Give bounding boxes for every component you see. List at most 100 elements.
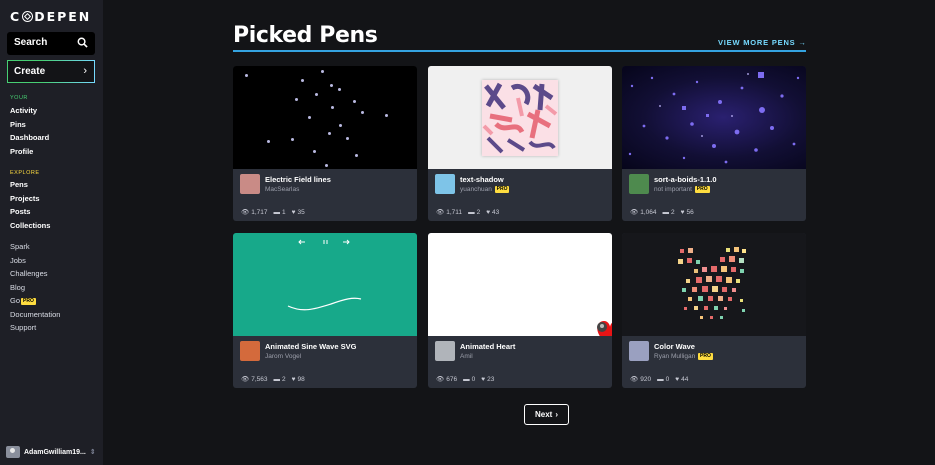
your-section-label: YOUR: [10, 95, 28, 101]
page-title: Picked Pens: [233, 23, 378, 48]
pen-author[interactable]: yuanchuan PRO: [460, 186, 510, 193]
sidebar-item-profile[interactable]: Profile: [10, 145, 49, 159]
heart-icon: ♥: [291, 208, 296, 216]
author-avatar[interactable]: [435, 341, 455, 361]
pen-preview-text-shadow[interactable]: [428, 66, 612, 169]
next-page-button[interactable]: Next ›: [524, 404, 569, 425]
views-count: 1,064: [640, 208, 657, 216]
eye-icon: 👁: [241, 376, 250, 383]
pen-stats: 👁 7,563 ▬ 2 ♥ 98: [241, 375, 305, 384]
sidebar-item-dashboard[interactable]: Dashboard: [10, 131, 49, 145]
views-count: 1,711: [446, 208, 463, 216]
pen-stats: 👁 1,711 ▬ 2 ♥ 43: [436, 208, 500, 217]
text-shadow-art: [482, 80, 558, 156]
eye-icon: 👁: [630, 376, 639, 383]
views-count: 676: [446, 375, 458, 383]
views-count: 920: [640, 375, 652, 383]
pen-card[interactable]: Electric Field lines MacSearlas 👁 1,717 ▬…: [233, 66, 417, 221]
pen-card[interactable]: sort-a-boids-1.1.0 not important PRO 👁 1,…: [622, 66, 806, 221]
comments-count: 0: [471, 375, 476, 383]
sidebar-item-documentation[interactable]: Documentation: [10, 308, 60, 322]
sidebar-item-challenges[interactable]: Challenges: [10, 267, 60, 281]
comment-icon: ▬: [273, 208, 281, 216]
updown-chevron-icon: ⇕: [89, 449, 96, 456]
pen-card[interactable]: text-shadow yuanchuan PRO 👁 1,711 ▬ 2 ♥ 43: [428, 66, 612, 221]
view-more-pens-link[interactable]: VIEW MORE PENS →: [718, 38, 807, 47]
comment-icon: ▬: [468, 208, 475, 216]
author-avatar[interactable]: [629, 174, 649, 194]
pen-preview-sort-a-boids[interactable]: [622, 66, 806, 169]
pen-stats: 👁 1,717 ▬ 1 ♥ 35: [241, 208, 305, 217]
sidebar-item-jobs[interactable]: Jobs: [10, 254, 60, 268]
chevron-right-icon: ›: [83, 65, 87, 77]
pen-title[interactable]: text-shadow: [460, 175, 504, 184]
username: AdamGwilliam19...: [24, 448, 86, 456]
likes-count: 35: [297, 208, 305, 216]
sidebar-item-collections[interactable]: Collections: [10, 219, 50, 233]
sidebar-item-projects[interactable]: Projects: [10, 192, 50, 206]
pen-card[interactable]: Animated Sine Wave SVG Jarom Vogel 👁 7,56…: [233, 233, 417, 388]
comment-icon: ▬: [273, 375, 281, 383]
pen-author[interactable]: Ryan Mulligan PRO: [654, 353, 713, 360]
pen-author[interactable]: Jarom Vogel: [265, 353, 301, 360]
pen-preview-animated-heart[interactable]: [428, 233, 612, 336]
comments-count: 1: [282, 208, 286, 216]
sidebar-item-blog[interactable]: Blog: [10, 281, 60, 295]
go-label: Go: [10, 296, 21, 305]
likes-count: 44: [681, 375, 689, 383]
pen-title[interactable]: Color Wave: [654, 342, 695, 351]
heart-icon: ♥: [680, 208, 685, 216]
likes-count: 43: [492, 208, 500, 216]
likes-count: 98: [297, 375, 305, 383]
pen-title[interactable]: Electric Field lines: [265, 175, 331, 184]
sidebar-item-go[interactable]: Go PRO: [10, 294, 60, 308]
next-label: Next: [534, 410, 553, 419]
your-nav: Activity Pins Dashboard Profile: [10, 104, 49, 158]
pen-preview-color-wave[interactable]: [622, 233, 806, 336]
author-avatar[interactable]: [629, 341, 649, 361]
sidebar-item-activity[interactable]: Activity: [10, 104, 49, 118]
heart-icon: ♥: [675, 375, 680, 383]
search-button[interactable]: Search: [7, 32, 95, 55]
comments-count: 0: [665, 375, 670, 383]
pen-author[interactable]: not important PRO: [654, 186, 710, 193]
heart-icon: ♥: [291, 375, 296, 383]
comment-icon: ▬: [463, 375, 470, 383]
avatar: [6, 446, 20, 458]
pen-preview-sine-wave[interactable]: [233, 233, 417, 336]
explore-section-label: EXPLORE: [10, 170, 40, 176]
sidebar: C DEPEN Search Create › YOUR Activity Pin…: [0, 0, 103, 465]
create-button[interactable]: Create ›: [7, 60, 95, 83]
pen-author-name: yuanchuan: [460, 186, 492, 193]
heart-icon: ♥: [486, 208, 491, 216]
sidebar-item-spark[interactable]: Spark: [10, 240, 60, 254]
explore-nav: Pens Projects Posts Collections: [10, 178, 50, 232]
pen-title[interactable]: Animated Heart: [460, 342, 515, 351]
sidebar-item-support[interactable]: Support: [10, 321, 60, 335]
sidebar-item-posts[interactable]: Posts: [10, 205, 50, 219]
author-avatar[interactable]: [435, 174, 455, 194]
comments-count: 2: [282, 375, 286, 383]
sidebar-item-pins[interactable]: Pins: [10, 118, 49, 132]
pro-badge: PRO: [694, 186, 710, 193]
pro-badge: PRO: [698, 353, 713, 360]
pen-title[interactable]: Animated Sine Wave SVG: [265, 342, 356, 351]
sidebar-item-pens[interactable]: Pens: [10, 178, 50, 192]
pen-card[interactable]: Color Wave Ryan Mulligan PRO 👁 920 ▬ 0 ♥ 44: [622, 233, 806, 388]
eye-icon: 👁: [630, 209, 639, 216]
pro-badge: PRO: [494, 186, 510, 193]
pen-preview-electric-field[interactable]: [233, 66, 417, 169]
pen-title[interactable]: sort-a-boids-1.1.0: [654, 175, 717, 184]
author-avatar[interactable]: [240, 341, 260, 361]
author-avatar[interactable]: [240, 174, 260, 194]
title-underline: [233, 50, 806, 52]
pen-author[interactable]: Amil: [460, 353, 473, 360]
views-count: 7,563: [251, 375, 268, 383]
pen-stats: 👁 1,064 ▬ 2 ♥ 56: [630, 208, 694, 217]
pen-card[interactable]: Animated Heart Amil 👁 676 ▬ 0 ♥ 23: [428, 233, 612, 388]
pen-stats: 👁 676 ▬ 0 ♥ 23: [436, 375, 494, 384]
user-menu[interactable]: AdamGwilliam19... ⇕: [6, 446, 96, 458]
pen-author[interactable]: MacSearlas: [265, 186, 299, 193]
codepen-logo[interactable]: C DEPEN: [10, 9, 91, 24]
eye-icon: 👁: [436, 209, 445, 216]
